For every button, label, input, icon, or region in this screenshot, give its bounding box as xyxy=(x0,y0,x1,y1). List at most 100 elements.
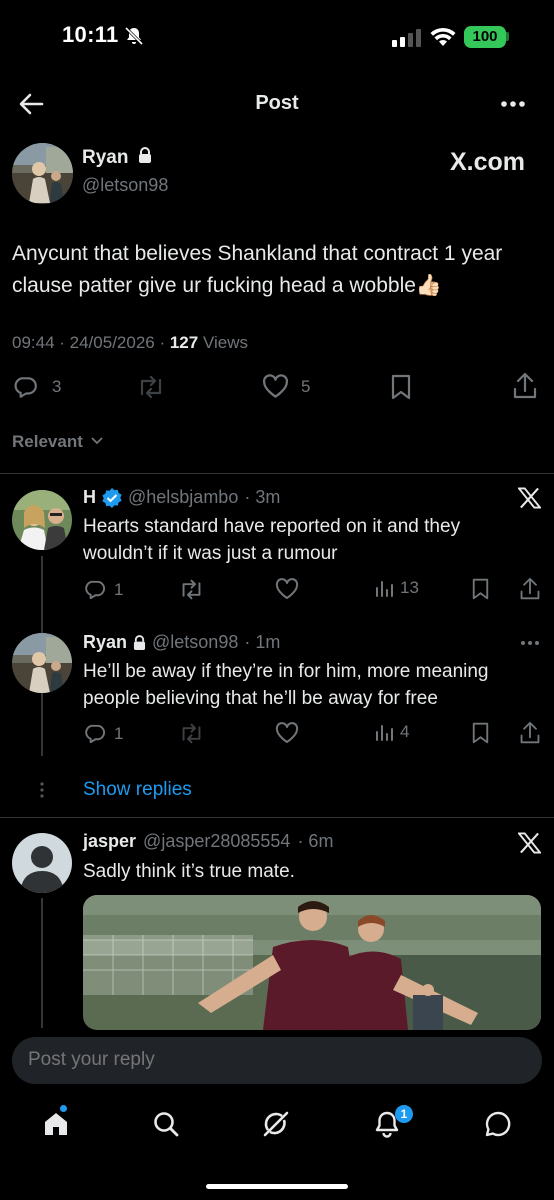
share-button[interactable] xyxy=(519,721,541,745)
share-icon xyxy=(519,721,541,745)
bookmark-button[interactable] xyxy=(471,578,490,600)
repost-icon xyxy=(178,578,205,601)
like-count: 5 xyxy=(301,376,311,396)
divider xyxy=(0,473,554,474)
like-button[interactable]: 5 xyxy=(262,374,310,399)
reply-author-handle[interactable]: @letson98 xyxy=(152,632,238,653)
battery-cap xyxy=(506,32,509,41)
reply-author-handle[interactable]: @helsbjambo xyxy=(128,487,238,508)
views-count[interactable]: 127 xyxy=(170,333,198,352)
reply-header: H @helsbjambo · 3m xyxy=(83,487,280,508)
reply-count: 3 xyxy=(52,377,62,396)
notification-badge: 1 xyxy=(395,1105,413,1123)
post-timestamp: 09:44 · 24/05/2026 · xyxy=(12,333,170,352)
nav-messages[interactable] xyxy=(484,1110,512,1138)
more-options-icon[interactable] xyxy=(520,640,540,646)
repost-icon xyxy=(136,374,166,400)
reply-icon xyxy=(83,722,106,745)
source-badge: X.com xyxy=(450,148,526,176)
home-icon xyxy=(42,1110,70,1138)
wifi-icon xyxy=(430,27,456,47)
x-logo-icon xyxy=(518,832,541,854)
reply-count: 1 xyxy=(114,723,124,743)
repost-icon xyxy=(178,722,205,745)
share-button[interactable] xyxy=(512,372,538,400)
divider xyxy=(0,817,554,818)
status-time: 10:11 xyxy=(62,22,119,47)
more-options-icon[interactable] xyxy=(500,100,526,108)
main-post-text: Anycunt that believes Shankland that con… xyxy=(12,242,503,297)
post-metadata: 09:44 · 24/05/2026 · 127 Views xyxy=(12,333,248,353)
reply-header: Ryan @letson98 · 1m xyxy=(83,632,280,653)
reply-text: Hearts standard have reported on it and … xyxy=(83,516,461,564)
chat-bubble-icon xyxy=(484,1110,512,1138)
bookmark-button[interactable] xyxy=(390,374,412,400)
reply-input[interactable] xyxy=(28,1049,508,1071)
chevron-down-icon xyxy=(90,437,103,445)
reply-avatar-ryan[interactable] xyxy=(12,633,72,693)
grok-icon xyxy=(262,1110,290,1138)
share-icon xyxy=(512,372,538,400)
reply-text: He’ll be away if they’re in for him, mor… xyxy=(83,661,489,709)
battery-indicator: 100 xyxy=(464,26,506,48)
analytics-icon xyxy=(374,578,394,598)
views-count: 13 xyxy=(400,578,419,597)
reply-text: Sadly think it’s true mate. xyxy=(83,861,295,882)
reply-time: · 1m xyxy=(244,632,281,652)
sort-filter-label: Relevant xyxy=(12,432,83,451)
reply-button[interactable]: 3 xyxy=(12,374,61,400)
views-count: 4 xyxy=(400,722,410,741)
bookmark-icon xyxy=(471,578,490,600)
views-label: Views xyxy=(198,333,248,352)
reply-time: · 6m xyxy=(297,831,334,851)
repost-button[interactable] xyxy=(178,722,205,745)
search-icon xyxy=(152,1110,180,1138)
share-button[interactable] xyxy=(519,577,541,601)
lock-icon xyxy=(133,634,146,651)
repost-button[interactable] xyxy=(178,578,205,601)
cellular-signal-icon xyxy=(392,29,422,47)
reply-count: 1 xyxy=(114,579,124,599)
reply-author-name[interactable]: Ryan xyxy=(83,632,127,653)
reply-button[interactable]: 1 xyxy=(83,722,123,745)
reply-icon xyxy=(12,374,38,400)
views-button[interactable]: 13 xyxy=(374,578,419,598)
bookmark-icon xyxy=(471,722,490,744)
reply-author-handle[interactable]: @jasper28085554 xyxy=(143,831,290,852)
repost-button[interactable] xyxy=(136,374,166,400)
lock-icon xyxy=(138,147,152,164)
sort-filter-dropdown[interactable]: Relevant xyxy=(12,432,103,452)
reply-time: · 3m xyxy=(244,487,281,507)
reply-header: jasper @jasper28085554 · 6m xyxy=(83,831,333,852)
like-button[interactable] xyxy=(275,722,299,744)
thread-dots-icon xyxy=(39,781,45,799)
heart-icon xyxy=(262,374,289,399)
reply-icon xyxy=(83,578,106,601)
main-author-name[interactable]: Ryan xyxy=(82,147,152,169)
heart-icon xyxy=(275,722,299,744)
bookmark-button[interactable] xyxy=(471,722,490,744)
reply-avatar-jasper[interactable] xyxy=(12,833,72,893)
attached-photo[interactable] xyxy=(83,895,541,1030)
reply-author-name[interactable]: H xyxy=(83,487,96,508)
home-indicator xyxy=(206,1184,348,1189)
x-logo-icon xyxy=(518,487,541,509)
analytics-icon xyxy=(374,722,394,742)
unread-dot xyxy=(60,1105,67,1112)
thread-line xyxy=(41,898,43,1028)
heart-icon xyxy=(275,578,299,600)
main-author-avatar[interactable] xyxy=(12,143,73,204)
nav-home[interactable] xyxy=(42,1110,70,1138)
show-replies-link[interactable]: Show replies xyxy=(83,779,192,801)
main-author-handle[interactable]: @letson98 xyxy=(82,175,168,196)
reply-button[interactable]: 1 xyxy=(83,578,123,601)
nav-search[interactable] xyxy=(152,1110,180,1138)
like-button[interactable] xyxy=(275,578,299,600)
reply-author-name[interactable]: jasper xyxy=(83,831,136,852)
views-button[interactable]: 4 xyxy=(374,722,409,742)
nav-grok[interactable] xyxy=(262,1110,290,1138)
share-icon xyxy=(519,577,541,601)
reply-avatar-h[interactable] xyxy=(12,490,72,550)
verified-badge-icon xyxy=(102,487,122,508)
author-name-text[interactable]: Ryan xyxy=(82,147,128,168)
